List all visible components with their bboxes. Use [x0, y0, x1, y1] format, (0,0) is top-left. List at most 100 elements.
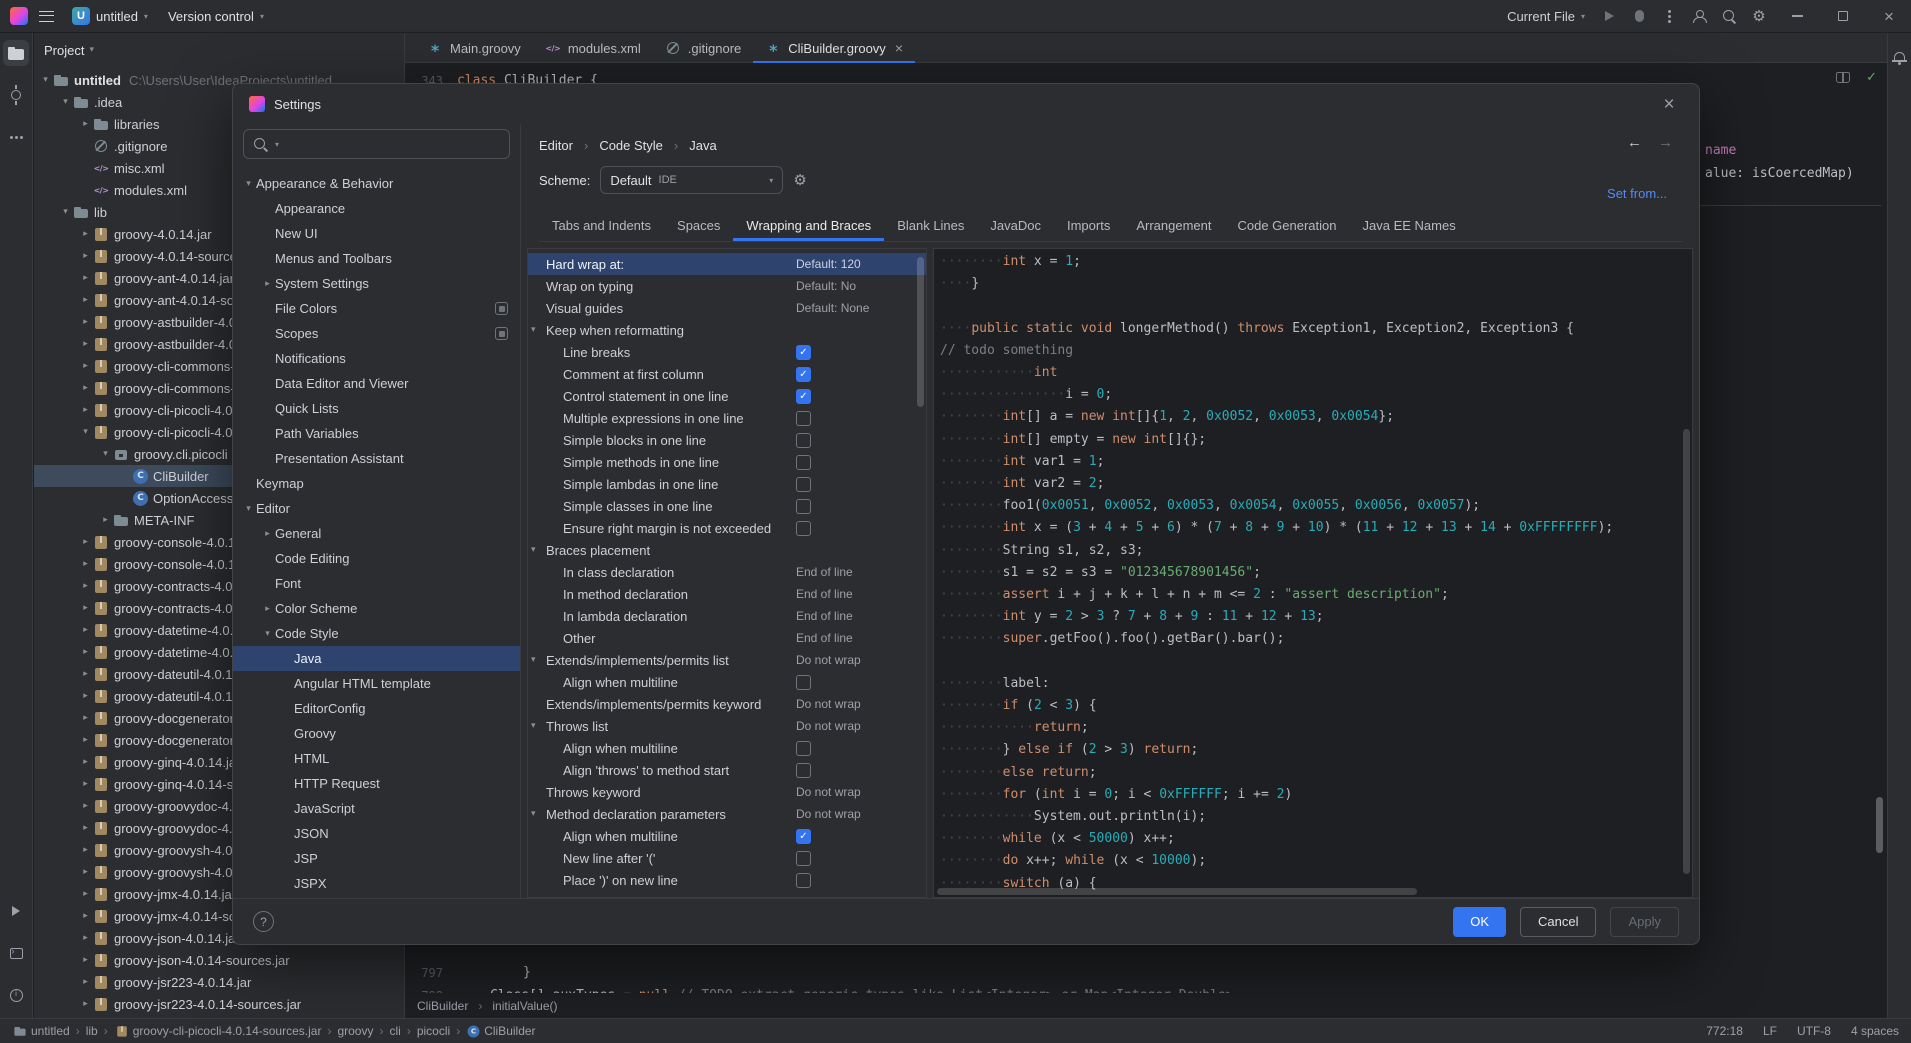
chevron-down-icon[interactable]: ▾	[531, 649, 536, 671]
settings-nav-item-groovy[interactable]: Groovy	[233, 721, 520, 746]
settings-nav-item-notifications[interactable]: Notifications	[233, 346, 520, 371]
chevron-down-icon[interactable]: ▾	[98, 449, 113, 459]
settings-nav-item-jspx[interactable]: JSPX	[233, 871, 520, 896]
option-line-breaks[interactable]: Line breaks✓	[528, 341, 926, 363]
close-tab-icon[interactable]: ×	[895, 41, 903, 55]
checkbox[interactable]	[796, 741, 811, 756]
settings-tab-code-generation[interactable]: Code Generation	[1224, 210, 1349, 241]
nav-bar-item-picocli[interactable]: picocli	[417, 1024, 450, 1038]
project-panel-header[interactable]: Project ▾	[34, 33, 404, 67]
option-ensure-right-margin-is-not-exceeded[interactable]: Ensure right margin is not exceeded	[528, 517, 926, 539]
settings-nav-item-html[interactable]: HTML	[233, 746, 520, 771]
forward-arrow-icon[interactable]: →	[1658, 134, 1673, 151]
editor-tab-clibuilder-groovy[interactable]: *CliBuilder.groovy×	[753, 33, 915, 63]
ide-logo-icon[interactable]	[10, 7, 28, 25]
checkbox[interactable]	[796, 675, 811, 690]
breadcrumb-method[interactable]: initialValue()	[492, 999, 557, 1013]
chevron-right-icon[interactable]: ▸	[78, 867, 93, 877]
option-hard-wrap-at[interactable]: Hard wrap at:Default: 120	[528, 253, 926, 275]
editor-tab-main-groovy[interactable]: *Main.groovy	[415, 33, 533, 63]
nav-bar-item-untitled[interactable]: untitled	[12, 1023, 70, 1039]
editor-scrollbar-thumb[interactable]	[1876, 797, 1883, 853]
status-widget-772-18[interactable]: 772:18	[1706, 1024, 1743, 1038]
checkbox[interactable]	[796, 851, 811, 866]
chevron-right-icon[interactable]: ▸	[78, 999, 93, 1009]
settings-tab-blank-lines[interactable]: Blank Lines	[884, 210, 977, 241]
chevron-right-icon[interactable]: ▸	[78, 229, 93, 239]
option-method-call-arguments[interactable]: ▾Method call argumentsDo not wrap	[528, 891, 926, 898]
chevron-right-icon[interactable]: ▸	[78, 911, 93, 921]
settings-nav-item-path-variables[interactable]: Path Variables	[233, 421, 520, 446]
checkbox[interactable]	[796, 411, 811, 426]
settings-nav-item-code-style[interactable]: ▾Code Style	[233, 621, 520, 646]
settings-nav-item-color-scheme[interactable]: ▸Color Scheme	[233, 596, 520, 621]
checkbox[interactable]: ✓	[796, 367, 811, 382]
main-menu-button[interactable]	[32, 3, 60, 29]
chevron-down-icon[interactable]: ▾	[531, 715, 536, 737]
set-from-link[interactable]: Set from...	[1607, 186, 1667, 201]
scheme-dropdown[interactable]: Default IDE ▾	[600, 166, 783, 194]
option-in-method-declaration[interactable]: In method declarationEnd of line	[528, 583, 926, 605]
settings-nav-item-menus-and-toolbars[interactable]: Menus and Toolbars	[233, 246, 520, 271]
chevron-right-icon[interactable]: ▸	[78, 581, 93, 591]
settings-nav-item-presentation-assistant[interactable]: Presentation Assistant	[233, 446, 520, 471]
option-comment-at-first-column[interactable]: Comment at first column✓	[528, 363, 926, 385]
checkbox[interactable]	[796, 499, 811, 514]
back-arrow-icon[interactable]: ←	[1627, 134, 1642, 151]
option-align-when-multiline[interactable]: Align when multiline	[528, 737, 926, 759]
inspections-ok-icon[interactable]: ✓	[1866, 70, 1877, 85]
checkbox[interactable]	[796, 477, 811, 492]
chevron-right-icon[interactable]: ▸	[78, 735, 93, 745]
option-throws-keyword[interactable]: Throws keywordDo not wrap	[528, 781, 926, 803]
window-close-button[interactable]: ×	[1867, 0, 1911, 32]
minimize-button[interactable]	[1775, 0, 1819, 32]
option-visual-guides[interactable]: Visual guidesDefault: None	[528, 297, 926, 319]
option-align-when-multiline[interactable]: Align when multiline✓	[528, 825, 926, 847]
settings-nav-item-angular-html-template[interactable]: Angular HTML template	[233, 671, 520, 696]
option-simple-classes-in-one-line[interactable]: Simple classes in one line	[528, 495, 926, 517]
chevron-right-icon[interactable]: ▸	[78, 823, 93, 833]
chevron-right-icon[interactable]: ▸	[78, 119, 93, 129]
option-control-statement-in-one-line[interactable]: Control statement in one line✓	[528, 385, 926, 407]
chevron-down-icon[interactable]: ▾	[531, 891, 536, 898]
settings-nav-item-data-editor-and-viewer[interactable]: Data Editor and Viewer	[233, 371, 520, 396]
checkbox[interactable]	[796, 873, 811, 888]
option-value[interactable]: End of line	[796, 587, 853, 601]
option-value[interactable]: Do not wrap	[796, 719, 861, 733]
settings-tab-spaces[interactable]: Spaces	[664, 210, 733, 241]
chevron-down-icon[interactable]: ▾	[531, 539, 536, 561]
chevron-right-icon[interactable]: ▸	[78, 537, 93, 547]
chevron-right-icon[interactable]: ▸	[78, 317, 93, 327]
run-configuration-widget[interactable]: Current File ▾	[1499, 6, 1593, 27]
option-value[interactable]: Default: 120	[796, 257, 861, 271]
chevron-right-icon[interactable]: ▸	[78, 361, 93, 371]
project-tool-button[interactable]	[3, 40, 29, 66]
problems-tool-button[interactable]	[3, 982, 29, 1008]
maximize-button[interactable]	[1821, 0, 1865, 32]
chevron-right-icon[interactable]: ▸	[260, 604, 275, 614]
settings-tab-arrangement[interactable]: Arrangement	[1123, 210, 1224, 241]
settings-nav-item-jsp[interactable]: JSP	[233, 846, 520, 871]
settings-nav-item-system-settings[interactable]: ▸System Settings	[233, 271, 520, 296]
chevron-down-icon[interactable]: ▾	[38, 75, 53, 85]
dialog-close-button[interactable]: ×	[1655, 90, 1683, 118]
settings-tab-javadoc[interactable]: JavaDoc	[977, 210, 1054, 241]
chevron-right-icon[interactable]: ▸	[78, 933, 93, 943]
preview-horizontal-scrollbar-thumb[interactable]	[937, 888, 1417, 895]
option-extends-implements-permits-list[interactable]: ▾Extends/implements/permits listDo not w…	[528, 649, 926, 671]
settings-breadcrumb-item[interactable]: Java	[689, 138, 716, 153]
settings-tab-tabs-and-indents[interactable]: Tabs and Indents	[539, 210, 664, 241]
chevron-right-icon[interactable]: ▸	[78, 295, 93, 305]
status-widget-4-spaces[interactable]: 4 spaces	[1851, 1024, 1899, 1038]
help-button[interactable]: ?	[253, 911, 274, 932]
chevron-right-icon[interactable]: ▸	[78, 603, 93, 613]
settings-nav-item-appearance[interactable]: Appearance	[233, 196, 520, 221]
option-value[interactable]: Default: None	[796, 301, 869, 315]
chevron-down-icon[interactable]: ▾	[260, 629, 275, 639]
chevron-down-icon[interactable]: ▾	[531, 319, 536, 341]
reader-mode-icon[interactable]	[1836, 72, 1850, 83]
settings-nav-item-code-editing[interactable]: Code Editing	[233, 546, 520, 571]
chevron-down-icon[interactable]: ▾	[58, 207, 73, 217]
settings-breadcrumb-item[interactable]: Editor	[539, 138, 573, 153]
chevron-right-icon[interactable]: ▸	[78, 273, 93, 283]
